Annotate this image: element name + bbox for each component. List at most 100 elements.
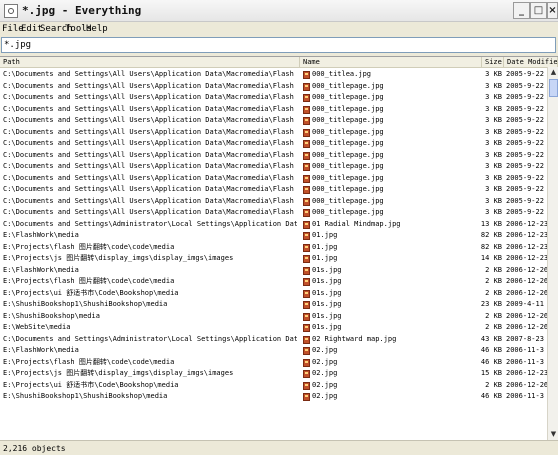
size-cell: 3 KB	[485, 81, 502, 90]
name-cell: 000_titlea.jpg	[312, 70, 372, 78]
jpg-file-icon	[303, 128, 310, 137]
table-row[interactable]: C:\Documents and Settings\All Users\Appl…	[0, 184, 558, 196]
size-cell: 2 KB	[485, 323, 502, 331]
scrollbar-thumb[interactable]	[549, 79, 558, 97]
size-cell: 82 KB	[480, 242, 502, 251]
path-cell: C:\Documents and Settings\All Users\Appl…	[3, 127, 297, 136]
table-row[interactable]: E:\Projects\flash 图片翻转\code\code\media 01…	[0, 276, 558, 288]
column-header-name[interactable]: Name	[300, 57, 482, 68]
name-cell: 02.jpg	[312, 380, 338, 389]
table-row[interactable]: E:\Projects\flash 图片翻转\code\code\media 01…	[0, 242, 558, 254]
path-cell: C:\Documents and Settings\All Users\Appl…	[3, 173, 297, 182]
jpg-file-icon	[303, 94, 310, 102]
name-cell: 01s.jpg	[312, 300, 342, 308]
size-cell: 2 KB	[485, 288, 502, 297]
table-row[interactable]: C:\Documents and Settings\Administrator\…	[0, 219, 558, 231]
path-cell: E:\FlashWork\media	[3, 265, 79, 274]
table-row[interactable]: E:\ShushiBookshop1\ShushiBookshop\media 0…	[0, 391, 558, 403]
table-row[interactable]: C:\Documents and Settings\Administrator\…	[0, 334, 558, 346]
jpg-file-icon	[303, 151, 310, 160]
size-cell: 2 KB	[485, 277, 502, 285]
name-cell: 01s.jpg	[312, 311, 342, 320]
jpg-file-icon	[303, 163, 310, 171]
jpg-file-icon	[303, 174, 310, 183]
table-row[interactable]: E:\Projects\ui 舒适书市\Code\Bookshop\media 0…	[0, 380, 558, 392]
table-row[interactable]: C:\Documents and Settings\All Users\Appl…	[0, 207, 558, 219]
table-row[interactable]: C:\Documents and Settings\All Users\Appl…	[0, 115, 558, 127]
path-cell: E:\Projects\ui 舒适书市\Code\Bookshop\media	[3, 288, 179, 297]
path-cell: C:\Documents and Settings\Administrator\…	[3, 219, 297, 228]
path-cell: E:\FlashWork\media	[3, 346, 79, 354]
jpg-file-icon	[303, 335, 310, 344]
scroll-down-arrow-icon[interactable]: ▼	[549, 430, 558, 439]
jpg-file-icon	[303, 301, 310, 309]
status-bar: 2,216 objects	[0, 440, 558, 455]
path-cell: C:\Documents and Settings\All Users\Appl…	[3, 104, 297, 113]
size-cell: 3 KB	[485, 104, 502, 113]
path-cell: E:\Projects\js 图片翻转\display_imgs\display…	[3, 369, 234, 377]
table-row[interactable]: E:\Projects\flash 图片翻转\code\code\media 02…	[0, 357, 558, 369]
table-row[interactable]: C:\Documents and Settings\All Users\Appl…	[0, 150, 558, 162]
maximize-button[interactable]: □	[530, 2, 547, 19]
table-row[interactable]: E:\ShushiBookshop\media 01s.jpg 2 KB 2006-1…	[0, 311, 558, 323]
path-cell: E:\Projects\js 图片翻转\display_imgs\display…	[3, 254, 234, 262]
size-cell: 3 KB	[485, 127, 502, 136]
vertical-scrollbar[interactable]: ▲ ▼	[547, 67, 558, 440]
table-row[interactable]: C:\Documents and Settings\All Users\Appl…	[0, 92, 558, 104]
size-cell: 82 KB	[480, 231, 502, 239]
path-cell: C:\Documents and Settings\All Users\Appl…	[3, 162, 297, 170]
name-cell: 000_titlepage.jpg	[312, 173, 384, 182]
size-cell: 2 KB	[485, 311, 502, 320]
size-cell: 3 KB	[485, 196, 502, 205]
name-cell: 000_titlepage.jpg	[312, 162, 384, 170]
table-row[interactable]: C:\Documents and Settings\All Users\Appl…	[0, 173, 558, 185]
table-row[interactable]: E:\FlashWork\media 01s.jpg 2 KB 2006-12-26 …	[0, 265, 558, 277]
jpg-file-icon	[303, 393, 310, 401]
table-row[interactable]: E:\WebSite\media 01s.jpg 2 KB 2006-12-26 10	[0, 322, 558, 334]
table-row[interactable]: C:\Documents and Settings\All Users\Appl…	[0, 138, 558, 150]
name-cell: 000_titlepage.jpg	[312, 116, 384, 124]
object-count: 2,216 objects	[3, 444, 66, 453]
path-cell: E:\ShushiBookshop\media	[3, 311, 100, 320]
search-input[interactable]: *.jpg	[1, 37, 556, 53]
table-row[interactable]: C:\Documents and Settings\All Users\Appl…	[0, 104, 558, 116]
path-cell: C:\Documents and Settings\All Users\Appl…	[3, 70, 297, 78]
table-row[interactable]: C:\Documents and Settings\All Users\Appl…	[0, 81, 558, 93]
name-cell: 02.jpg	[312, 346, 338, 354]
scroll-up-arrow-icon[interactable]: ▲	[549, 68, 558, 77]
name-cell: 01s.jpg	[312, 277, 342, 285]
jpg-file-icon	[303, 186, 310, 194]
size-cell: 3 KB	[485, 162, 502, 170]
size-cell: 23 KB	[480, 300, 502, 308]
column-header-size[interactable]: Size	[482, 57, 504, 68]
table-row[interactable]: E:\Projects\js 图片翻转\display_imgs\display…	[0, 253, 558, 265]
size-cell: 3 KB	[485, 150, 502, 159]
jpg-file-icon	[303, 209, 310, 217]
jpg-file-icon	[303, 117, 310, 125]
table-row[interactable]: E:\FlashWork\media02.jpg46 KB2006-11-3 1…	[0, 345, 558, 357]
table-row[interactable]: C:\Documents and Settings\All Users\Appl…	[0, 69, 558, 81]
table-row[interactable]: E:\ShushiBookshop1\ShushiBookshop\media 0…	[0, 299, 558, 311]
jpg-file-icon	[303, 255, 310, 263]
path-cell: E:\Projects\ui 舒适书市\Code\Bookshop\media	[3, 380, 179, 389]
path-cell: C:\Documents and Settings\All Users\Appl…	[3, 116, 297, 124]
search-row: *.jpg	[0, 36, 558, 54]
size-cell: 2 KB	[485, 380, 502, 389]
everything-app-icon	[4, 4, 18, 18]
menu-help[interactable]: Help	[86, 24, 108, 34]
table-row[interactable]: E:\Projects\ui 舒适书市\Code\Bookshop\media 0…	[0, 288, 558, 300]
title-bar[interactable]: *.jpg - Everything _ □ ×	[0, 0, 558, 22]
table-row[interactable]: E:\Projects\js 图片翻转\display_imgs\display…	[0, 368, 558, 380]
name-cell: 01.jpg	[312, 254, 338, 262]
table-row[interactable]: C:\Documents and Settings\All Users\Appl…	[0, 196, 558, 208]
table-row[interactable]: E:\FlashWork\media 01.jpg 82 KB 2006-12-23 …	[0, 230, 558, 242]
minimize-button[interactable]: _	[513, 2, 530, 19]
jpg-file-icon	[303, 266, 310, 275]
path-cell: C:\Documents and Settings\All Users\Appl…	[3, 93, 297, 101]
table-row[interactable]: C:\Documents and Settings\All Users\Appl…	[0, 161, 558, 173]
size-cell: 14 KB	[480, 254, 502, 262]
column-header-path[interactable]: Path	[0, 57, 300, 68]
close-button[interactable]: ×	[547, 2, 558, 19]
size-cell: 46 KB	[480, 392, 502, 400]
table-row[interactable]: C:\Documents and Settings\All Users\Appl…	[0, 127, 558, 139]
